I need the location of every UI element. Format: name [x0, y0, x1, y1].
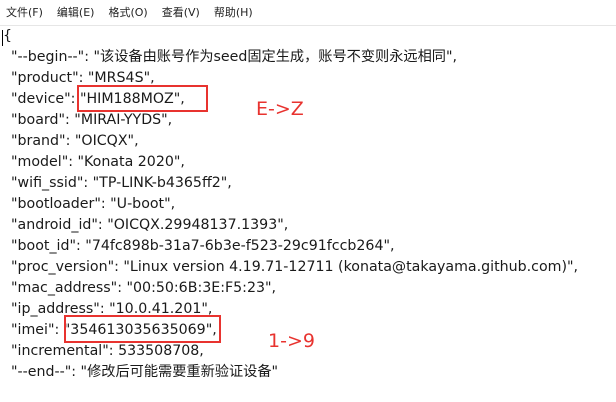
menu-help[interactable]: 帮助(H)	[212, 0, 259, 26]
text-line-board: "board": "MIRAI-YYDS",	[11, 112, 173, 128]
menu-view[interactable]: 查看(V)	[160, 0, 206, 26]
text-line-end: "--end--": "修改后可能需要重新验证设备"	[11, 364, 279, 380]
text-line-open-brace: {	[3, 28, 13, 44]
menu-bar: 文件(F) 编辑(E) 格式(O) 查看(V) 帮助(H)	[0, 0, 616, 26]
text-line-model: "model": "Konata 2020",	[11, 154, 185, 170]
imei-highlight-box	[64, 315, 221, 343]
text-line-android-id: "android_id": "OICQX.29948137.1393",	[11, 217, 289, 233]
text-line-begin: "--begin--": "该设备由账号作为seed固定生成，账号不变则永远相同…	[11, 49, 458, 65]
text-line-boot-id: "boot_id": "74fc898b-31a7-6b3e-f523-29c9…	[11, 238, 395, 254]
menu-file[interactable]: 文件(F)	[4, 0, 49, 26]
text-line-brand: "brand": "OICQX",	[11, 133, 139, 149]
text-line-bootloader: "bootloader": "U-boot",	[11, 196, 176, 212]
text-line-incremental: "incremental": 533508708,	[11, 343, 204, 359]
text-line-wifi-ssid: "wifi_ssid": "TP-LINK-b4365ff2",	[11, 175, 232, 191]
menu-format[interactable]: 格式(O)	[106, 0, 153, 26]
imei-annotation: 1->9	[268, 330, 315, 352]
device-annotation: E->Z	[256, 98, 304, 120]
device-highlight-box	[77, 85, 208, 112]
menu-edit[interactable]: 编辑(E)	[55, 0, 101, 26]
text-line-mac-address: "mac_address": "00:50:6B:3E:F5:23",	[11, 280, 277, 296]
text-line-proc-version: "proc_version": "Linux version 4.19.71-1…	[11, 259, 579, 275]
